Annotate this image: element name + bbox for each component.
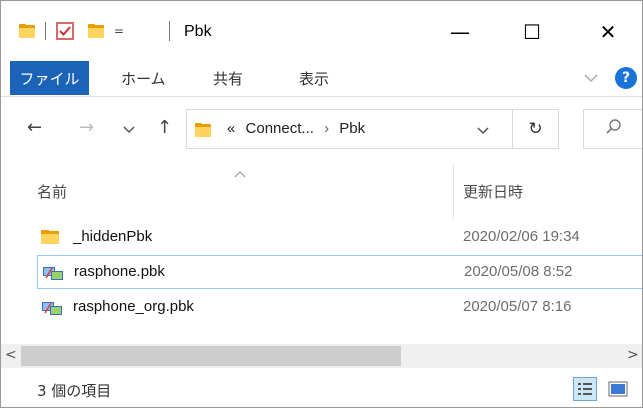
up-button[interactable]: ↑ xyxy=(157,117,172,138)
column-header-date-modified[interactable]: 更新日時 xyxy=(463,181,523,202)
tab-home[interactable]: ホーム xyxy=(121,61,166,95)
folder-icon xyxy=(41,229,59,249)
navigation-bar: ← → ↑ « Connect... › Pbk ↻ xyxy=(1,97,642,163)
item-count: 3 個の項目 xyxy=(37,382,112,400)
breadcrumb-overflow[interactable]: « xyxy=(227,120,235,137)
scroll-right-button[interactable]: > xyxy=(627,347,639,363)
quick-access-toolbar: = xyxy=(19,19,124,43)
large-icons-view-icon xyxy=(608,381,628,397)
file-date: 2020/05/08 8:52 xyxy=(464,263,573,280)
minimize-button[interactable]: — xyxy=(437,15,483,49)
back-button[interactable]: ← xyxy=(27,117,42,138)
tab-file[interactable]: ファイル xyxy=(10,61,89,95)
column-divider[interactable] xyxy=(453,163,454,219)
maximize-button[interactable]: ☐ xyxy=(509,15,555,49)
close-icon: ✕ xyxy=(599,20,617,44)
file-name: _hiddenPbk xyxy=(73,228,153,245)
tab-share[interactable]: 共有 xyxy=(213,61,243,95)
breadcrumb: « Connect... › Pbk xyxy=(227,120,365,137)
new-folder-icon[interactable] xyxy=(88,24,104,38)
close-button[interactable]: ✕ xyxy=(585,15,631,49)
refresh-button[interactable]: ↻ xyxy=(513,109,559,149)
breadcrumb-item-connect[interactable]: Connect... xyxy=(246,120,314,137)
file-list: _hiddenPbk 2020/02/06 19:34 rasphone.pbk… xyxy=(1,219,642,339)
breadcrumb-separator[interactable]: › xyxy=(324,120,329,137)
help-icon[interactable]: ? xyxy=(615,67,637,89)
status-bar: 3 個の項目 xyxy=(1,368,642,407)
sort-indicator xyxy=(234,167,246,181)
file-name: rasphone.pbk xyxy=(74,263,165,280)
column-header-name[interactable]: 名前 xyxy=(37,181,67,202)
folder-icon xyxy=(195,123,211,137)
list-item[interactable]: rasphone.pbk 2020/05/08 8:52 xyxy=(37,255,642,289)
column-headers: 名前 更新日時 xyxy=(1,163,642,219)
properties-check-icon[interactable] xyxy=(56,22,74,40)
list-item[interactable]: rasphone_org.pbk 2020/05/07 8:16 xyxy=(37,291,642,325)
folder-icon xyxy=(19,24,35,38)
pbk-file-icon xyxy=(42,264,64,286)
minimize-icon: — xyxy=(450,20,470,44)
ribbon-tabs: ファイル ホーム 共有 表示 ? xyxy=(1,57,642,97)
search-icon xyxy=(606,119,622,139)
tab-view[interactable]: 表示 xyxy=(299,61,329,95)
search-input[interactable] xyxy=(583,109,642,149)
scroll-left-button[interactable]: < xyxy=(5,347,17,363)
address-dropdown-button[interactable] xyxy=(477,124,489,138)
file-name: rasphone_org.pbk xyxy=(73,298,194,315)
window-title: Pbk xyxy=(184,23,212,40)
scrollbar-thumb[interactable] xyxy=(21,346,401,366)
file-date: 2020/05/07 8:16 xyxy=(463,298,572,315)
large-icons-view-button[interactable] xyxy=(607,379,629,399)
qat-dropdown-button[interactable]: = xyxy=(114,24,124,38)
chevron-down-icon[interactable] xyxy=(584,71,598,87)
horizontal-scrollbar[interactable]: < > xyxy=(1,344,642,368)
address-bar[interactable]: « Connect... › Pbk xyxy=(186,109,513,149)
forward-button[interactable]: → xyxy=(79,117,94,138)
list-item[interactable]: _hiddenPbk 2020/02/06 19:34 xyxy=(37,221,642,255)
divider xyxy=(45,22,46,40)
details-view-button[interactable] xyxy=(573,377,597,401)
divider xyxy=(169,21,170,41)
file-date: 2020/02/06 19:34 xyxy=(463,228,580,245)
pbk-file-icon xyxy=(41,299,63,321)
refresh-icon: ↻ xyxy=(528,119,543,139)
recent-locations-button[interactable] xyxy=(123,123,135,137)
breadcrumb-item-pbk[interactable]: Pbk xyxy=(339,120,365,137)
details-view-icon xyxy=(578,383,592,395)
explorer-window: = Pbk — ☐ ✕ ファイル ホーム 共有 表示 ? ← → ↑ « Con… xyxy=(0,0,643,408)
title-bar: = Pbk — ☐ ✕ xyxy=(1,1,642,57)
maximize-icon: ☐ xyxy=(523,20,541,44)
